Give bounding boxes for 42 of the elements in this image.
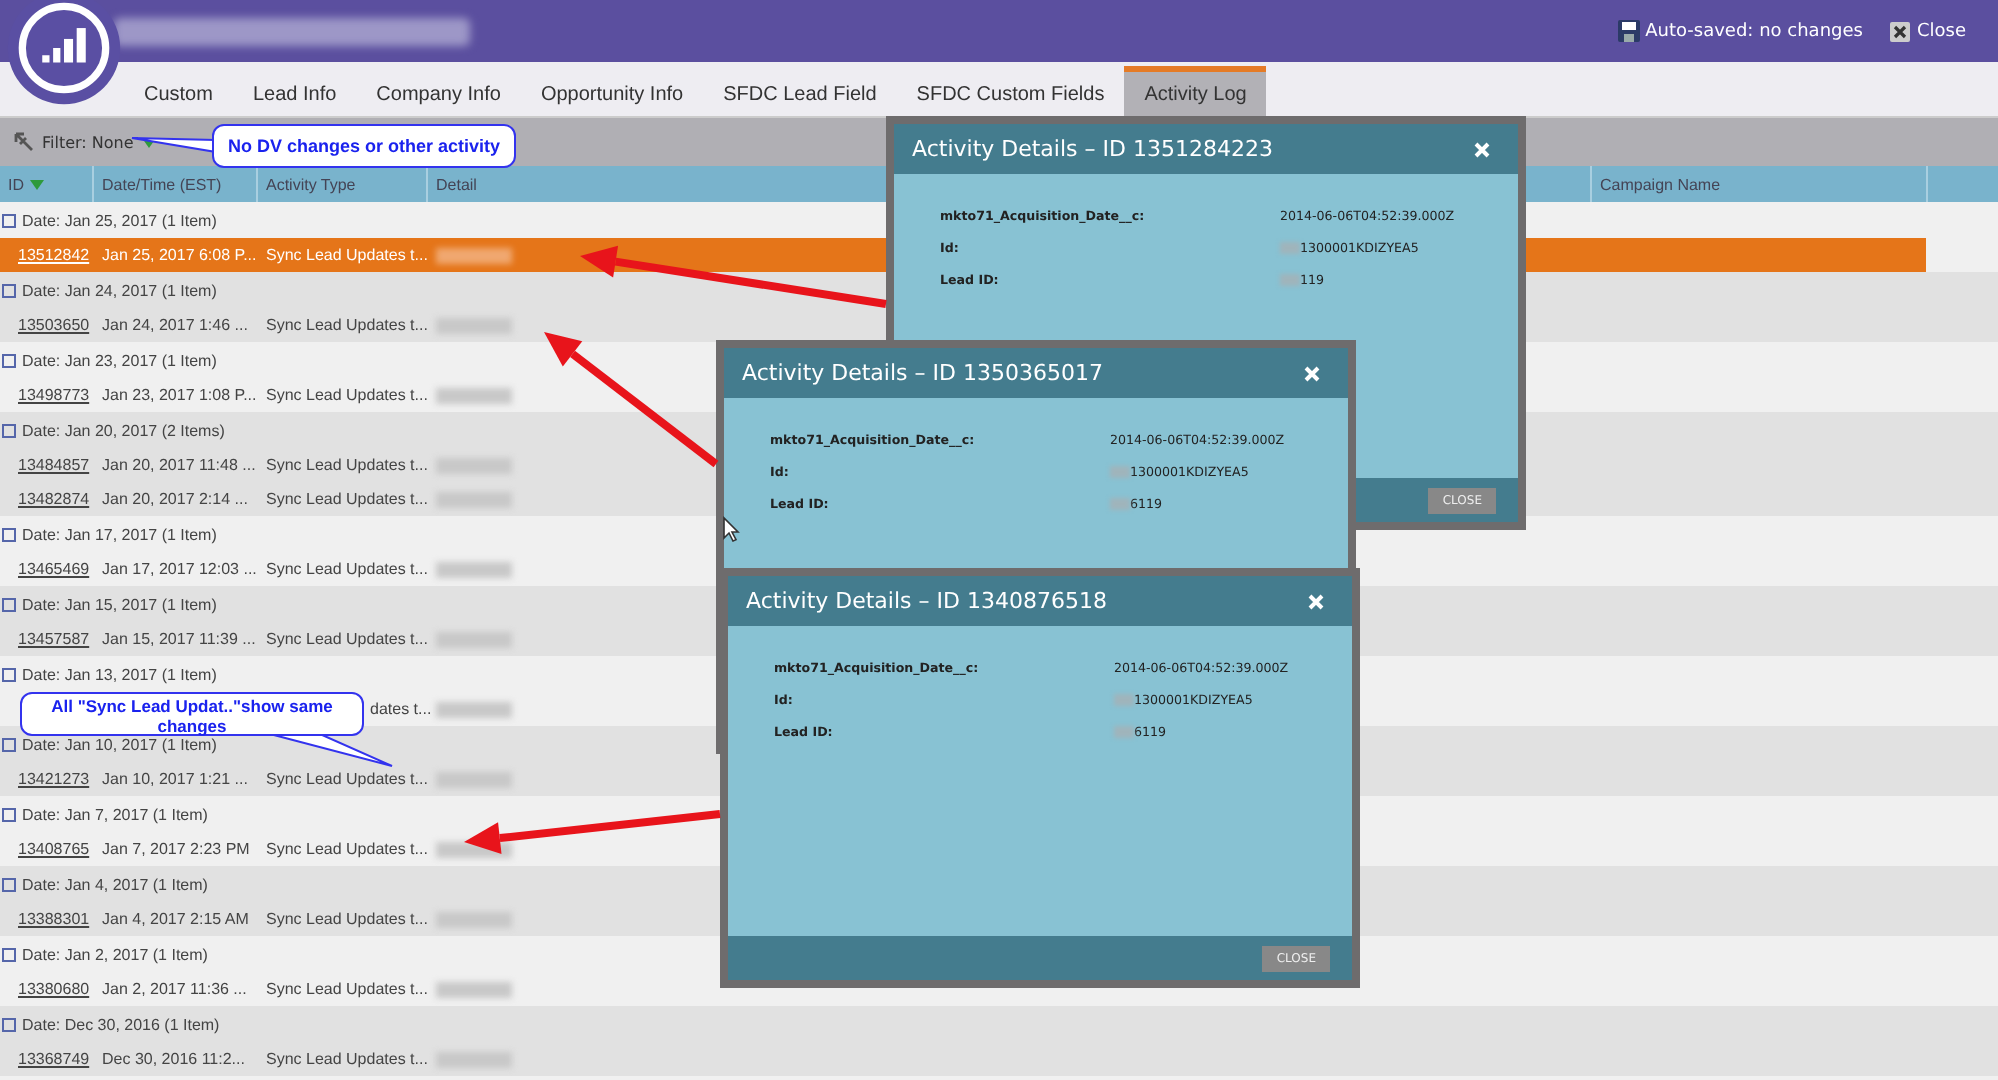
date-cell: Jan 20, 2017 11:48 ... xyxy=(102,456,256,474)
date-cell: Jan 25, 2017 6:08 P... xyxy=(102,246,257,264)
activity-type-cell: Sync Lead Updates t... xyxy=(266,980,428,998)
dialog-title: Activity Details – ID 1351284223 xyxy=(912,136,1273,162)
date-cell: Jan 10, 2017 1:21 ... xyxy=(102,770,248,788)
activity-type-cell: Sync Lead Updates t... xyxy=(266,456,428,474)
group-header: Date: Jan 25, 2017 (1 Item) xyxy=(22,211,217,229)
date-cell: Jan 17, 2017 12:03 ... xyxy=(102,560,257,578)
activity-type-cell: Sync Lead Updates t... xyxy=(266,1050,428,1068)
group-header: Date: Jan 24, 2017 (1 Item) xyxy=(22,281,217,299)
activity-type-cell: Sync Lead Updates t... xyxy=(266,386,428,404)
date-cell: Jan 24, 2017 1:46 ... xyxy=(102,316,248,334)
activity-type-cell: Sync Lead Updates t... xyxy=(266,246,428,264)
dialog-title: Activity Details – ID 1350365017 xyxy=(742,360,1103,386)
activity-type-cell: Sync Lead Updates t... xyxy=(266,630,428,648)
group-header: Date: Jan 17, 2017 (1 Item) xyxy=(22,525,217,543)
date-cell: Jan 7, 2017 2:23 PM xyxy=(102,840,250,858)
group-header: Date: Jan 7, 2017 (1 Item) xyxy=(22,805,208,823)
callout-tooltip: No DV changes or other activity xyxy=(212,124,516,168)
date-cell: Jan 2, 2017 11:36 ... xyxy=(102,980,247,998)
group-header: Date: Jan 4, 2017 (1 Item) xyxy=(22,875,208,893)
activity-type-cell: Sync Lead Updates t... xyxy=(266,560,428,578)
date-cell: Jan 4, 2017 2:15 AM xyxy=(102,910,249,928)
date-cell: Jan 23, 2017 1:08 P... xyxy=(102,386,257,404)
group-header: Date: Dec 30, 2016 (1 Item) xyxy=(22,1015,220,1033)
group-header: Date: Jan 23, 2017 (1 Item) xyxy=(22,351,217,369)
group-header: Date: Jan 10, 2017 (1 Item) xyxy=(22,735,217,753)
activity-type-cell: Sync Lead Updates t... xyxy=(266,910,428,928)
activity-type-cell: dates t... xyxy=(370,700,432,718)
date-cell: Jan 20, 2017 2:14 ... xyxy=(102,490,248,508)
group-header: Date: Jan 13, 2017 (1 Item) xyxy=(22,665,217,683)
group-header: Date: Jan 15, 2017 (1 Item) xyxy=(22,595,217,613)
activity-type-cell: Sync Lead Updates t... xyxy=(266,490,428,508)
group-header: Date: Jan 20, 2017 (2 Items) xyxy=(22,421,225,439)
activity-type-cell: Sync Lead Updates t... xyxy=(266,770,428,788)
activity-type-cell: Sync Lead Updates t... xyxy=(266,316,428,334)
date-cell: Jan 15, 2017 11:39 ... xyxy=(102,630,256,648)
date-cell: Dec 30, 2016 11:2... xyxy=(102,1050,245,1068)
dialog-title: Activity Details – ID 1340876518 xyxy=(746,588,1107,614)
autosave-status: Auto-saved: no changes xyxy=(1645,21,1863,41)
group-header: Date: Jan 2, 2017 (1 Item) xyxy=(22,945,208,963)
activity-type-cell: Sync Lead Updates t... xyxy=(266,840,428,858)
